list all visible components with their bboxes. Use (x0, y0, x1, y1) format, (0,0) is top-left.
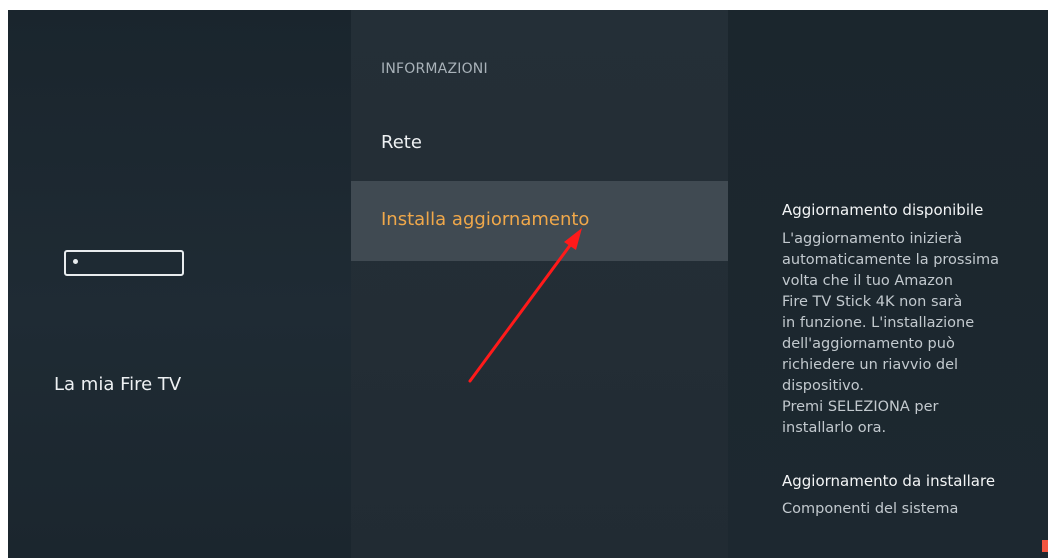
device-label: La mia Fire TV (54, 374, 182, 395)
update-description-line: volta che il tuo Amazon (782, 273, 953, 289)
update-available-title: Aggiornamento disponibile (782, 201, 984, 219)
corner-mark (1042, 540, 1048, 552)
pending-update-title: Aggiornamento da installare (782, 472, 996, 490)
update-description-line: dispositivo. (782, 378, 864, 394)
update-description-line: Premi SELEZIONA per (782, 399, 939, 415)
update-description-line: installarlo ora. (782, 420, 887, 436)
update-description-line: dell'aggiornamento può (782, 336, 955, 352)
update-description-line: Fire TV Stick 4K non sarà (782, 294, 963, 310)
update-description-line: L'aggiornamento inizierà (782, 231, 963, 247)
update-description-line: automaticamente la prossima (782, 252, 1000, 268)
fire-tv-stick-icon (64, 250, 184, 276)
menu-item-rete[interactable]: Rete (351, 126, 728, 160)
pending-update-value: Componenti del sistema (782, 501, 959, 517)
update-description-line: richiedere un riavvio del (782, 357, 959, 373)
update-description-line: in funzione. L'installazione (782, 315, 975, 331)
menu-panel: INFORMAZIONI Rete Installa aggiornamento (351, 10, 728, 558)
device-led-dot (73, 259, 78, 264)
device-panel: La mia Fire TV (8, 10, 351, 558)
section-header: INFORMAZIONI (381, 61, 488, 77)
menu-item-install-update[interactable]: Installa aggiornamento (351, 181, 728, 261)
